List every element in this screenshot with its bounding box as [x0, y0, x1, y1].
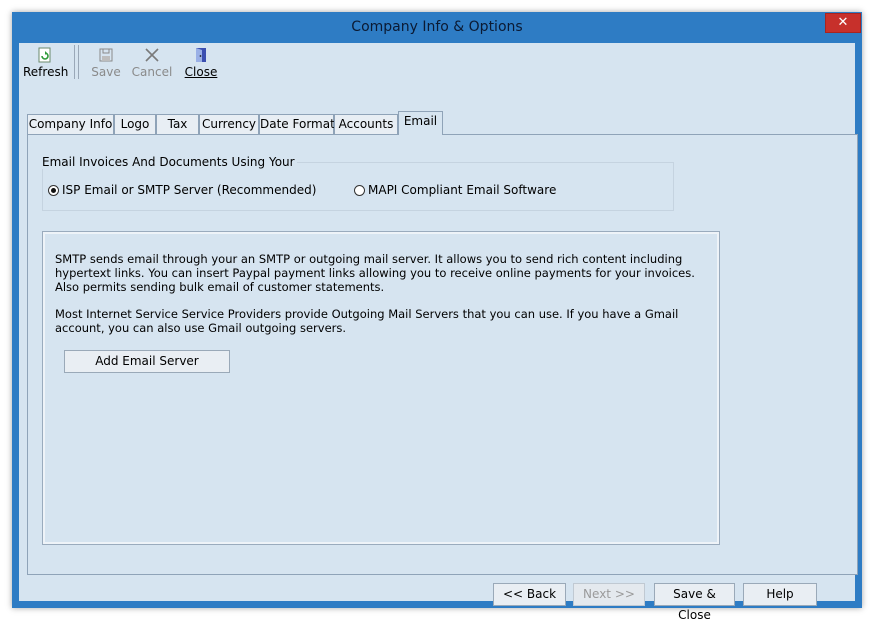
radio-selected-indicator: [48, 185, 59, 196]
cancel-button[interactable]: Cancel: [131, 47, 173, 87]
company-info-window: Company Info & Options ✕ Refresh Save Ca…: [12, 12, 862, 622]
close-button[interactable]: Close: [183, 47, 219, 87]
refresh-label: Refresh: [23, 65, 69, 79]
tab-accounts[interactable]: Accounts: [334, 114, 398, 134]
mapi-radio-label: MAPI Compliant Email Software: [368, 183, 557, 197]
refresh-button[interactable]: Refresh: [23, 47, 69, 87]
tab-date-format[interactable]: Date Format: [259, 114, 335, 134]
close-label: Close: [184, 65, 218, 79]
mapi-radio[interactable]: MAPI Compliant Email Software: [354, 183, 556, 197]
title-bar[interactable]: Company Info & Options ✕: [12, 12, 862, 43]
refresh-icon: [38, 47, 51, 63]
tab-currency[interactable]: Currency: [199, 114, 259, 134]
email-tab-panel: Email Invoices And Documents Using Your …: [27, 134, 858, 575]
isp-smtp-radio-label: ISP Email or SMTP Server (Recommended): [62, 183, 317, 197]
add-email-server-button[interactable]: Add Email Server: [64, 350, 230, 373]
smtp-info-box: SMTP sends email through your an SMTP or…: [42, 231, 720, 545]
save-and-close-button[interactable]: Save & Close: [654, 583, 735, 622]
tab-email[interactable]: Email: [398, 111, 443, 135]
cancel-label: Cancel: [131, 65, 173, 79]
toolbar-separator: [74, 45, 75, 79]
cancel-x-icon: [145, 48, 159, 62]
floppy-disk-icon: [99, 48, 113, 62]
isp-smtp-radio[interactable]: ISP Email or SMTP Server (Recommended): [48, 183, 316, 197]
exit-door-icon: [196, 48, 206, 62]
window-close-button[interactable]: ✕: [825, 13, 861, 33]
toolbar-separator: [78, 45, 79, 79]
window-title: Company Info & Options: [351, 19, 523, 35]
smtp-description: SMTP sends email through your an SMTP or…: [55, 252, 695, 294]
radio-unselected-indicator: [354, 185, 365, 196]
back-button[interactable]: << Back: [493, 583, 566, 606]
tab-company-info[interactable]: Company Info: [27, 114, 114, 134]
toolbar: Refresh Save Cancel Close: [19, 43, 855, 93]
window-client-area: Refresh Save Cancel Close Company Info L…: [19, 43, 858, 622]
email-method-group-title: Email Invoices And Documents Using Your: [40, 155, 297, 169]
tab-logo[interactable]: Logo: [114, 114, 156, 134]
tab-tax[interactable]: Tax: [156, 114, 199, 134]
isp-description: Most Internet Service Service Providers …: [55, 307, 679, 335]
help-button[interactable]: Help: [743, 583, 817, 606]
save-label: Save: [91, 65, 121, 79]
next-button[interactable]: Next >>: [573, 583, 645, 606]
save-button[interactable]: Save: [89, 47, 123, 87]
